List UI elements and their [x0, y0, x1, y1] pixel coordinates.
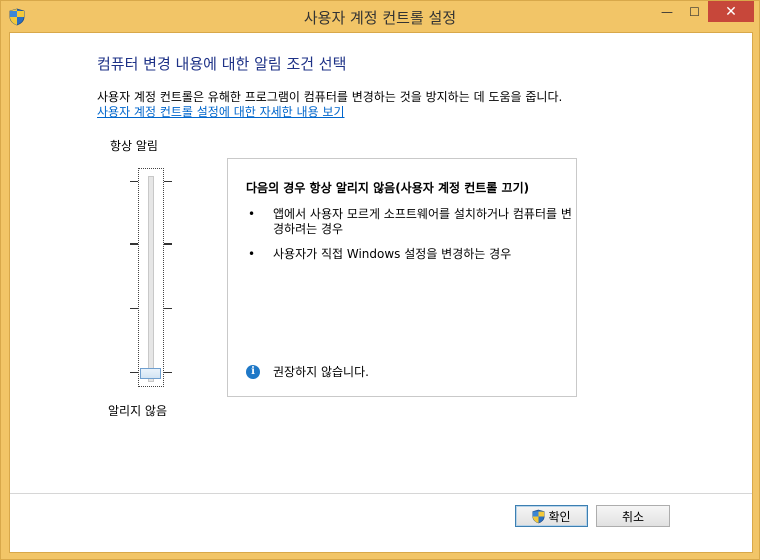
slider-tick — [130, 181, 138, 182]
slider-tick — [164, 243, 172, 245]
ok-button-label: 확인 — [548, 509, 571, 524]
info-icon: i — [246, 364, 260, 379]
bullet-text: 앱에서 사용자 모르게 소프트웨어를 설치하거나 컴퓨터를 변경하려는 경우 — [273, 207, 572, 236]
recommendation-text: 권장하지 않습니다. — [273, 365, 369, 379]
slider-top-label: 항상 알림 — [110, 139, 158, 153]
uac-shield-icon — [532, 509, 545, 523]
title-bar[interactable]: 사용자 계정 컨트롤 설정 — ☐ ✕ — [1, 1, 759, 32]
ok-button[interactable]: 확인 — [515, 505, 588, 527]
cancel-button[interactable]: 취소 — [596, 505, 670, 527]
level-description-panel: 다음의 경우 항상 알리지 않음(사용자 계정 컨트롤 끄기) • 앱에서 사용… — [227, 158, 577, 397]
list-item: • 사용자가 직접 Windows 설정을 변경하는 경우 — [248, 247, 573, 262]
level-title: 다음의 경우 항상 알리지 않음(사용자 계정 컨트롤 끄기) — [246, 181, 530, 195]
slider-tick — [164, 372, 172, 373]
more-info-link[interactable]: 사용자 계정 컨트롤 설정에 대한 자세한 내용 보기 — [97, 103, 345, 120]
recommendation-note: i 권장하지 않습니다. — [246, 363, 369, 380]
slider-track[interactable] — [148, 176, 154, 382]
page-heading: 컴퓨터 변경 내용에 대한 알림 조건 선택 — [97, 55, 347, 73]
bullet-icon: • — [248, 247, 256, 261]
slider-tick — [164, 181, 172, 182]
dialog-body: 컴퓨터 변경 내용에 대한 알림 조건 선택 사용자 계정 컨트롤은 유해한 프… — [9, 32, 753, 553]
uac-settings-window: 사용자 계정 컨트롤 설정 — ☐ ✕ 컴퓨터 변경 내용에 대한 알림 조건 … — [0, 0, 760, 560]
slider-thumb[interactable] — [140, 368, 161, 379]
minimize-button[interactable]: — — [653, 1, 681, 22]
slider-tick — [164, 308, 172, 309]
slider-tick — [130, 308, 138, 309]
slider-tick — [130, 243, 138, 245]
slider-bottom-label: 알리지 않음 — [108, 404, 168, 418]
close-button[interactable]: ✕ — [708, 1, 754, 22]
bullet-text: 사용자가 직접 Windows 설정을 변경하는 경우 — [273, 247, 512, 261]
slider-tick — [130, 372, 138, 373]
maximize-button[interactable]: ☐ — [681, 1, 708, 22]
bullet-icon: • — [248, 207, 256, 221]
window-title: 사용자 계정 컨트롤 설정 — [303, 9, 457, 27]
footer-divider — [10, 493, 752, 494]
list-item: • 앱에서 사용자 모르게 소프트웨어를 설치하거나 컴퓨터를 변경하려는 경우 — [248, 207, 573, 237]
